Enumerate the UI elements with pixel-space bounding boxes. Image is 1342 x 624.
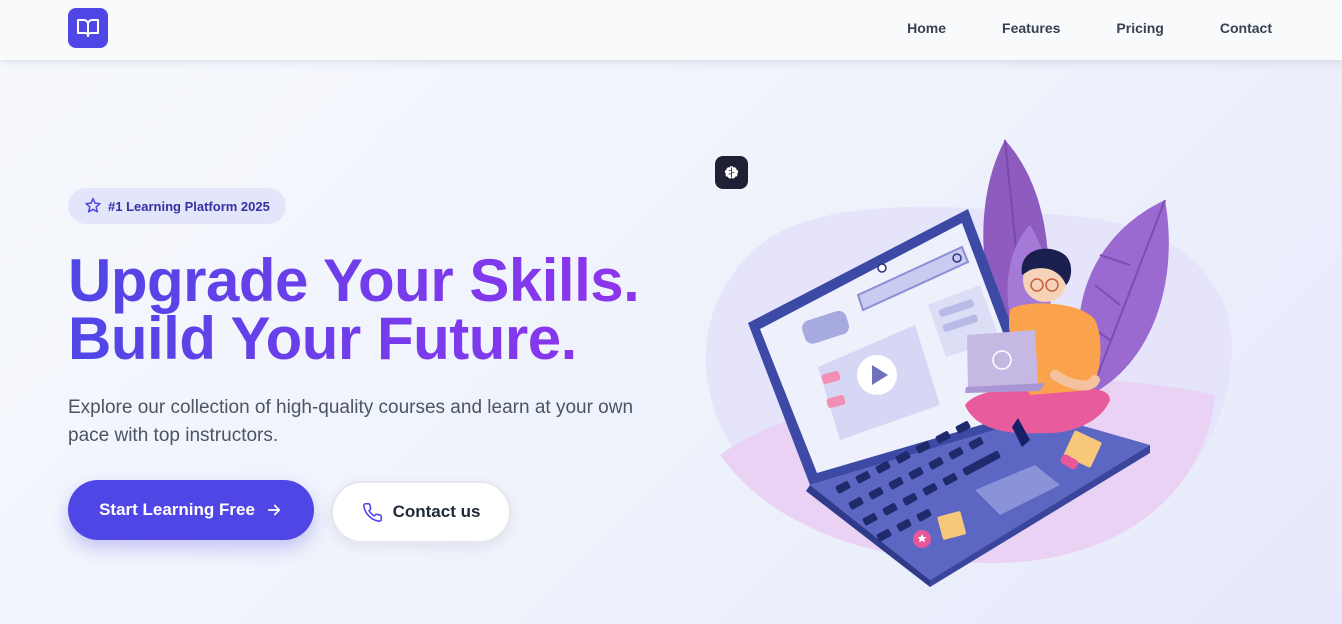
start-learning-label: Start Learning Free [99, 500, 255, 519]
nav-link-contact[interactable]: Contact [1220, 20, 1272, 36]
contact-us-button[interactable]: Contact us [331, 481, 511, 543]
contact-us-label: Contact us [392, 502, 481, 521]
nav-link-pricing[interactable]: Pricing [1116, 20, 1163, 36]
arrow-right-icon [267, 504, 281, 516]
star-badge-icon [85, 197, 101, 213]
logo[interactable] [68, 8, 108, 48]
nav-link-home[interactable]: Home [907, 20, 946, 36]
start-learning-button[interactable]: Start Learning Free [68, 480, 314, 540]
person-with-laptop-illustration [705, 139, 1232, 587]
nav-link-features[interactable]: Features [1002, 20, 1060, 36]
platform-badge: #1 Learning Platform 2025 [68, 188, 286, 224]
navbar: Home Features Pricing Contact [0, 0, 1342, 60]
badge-label: #1 Learning Platform 2025 [108, 198, 270, 214]
hero-headline: Upgrade Your Skills. Build Your Future. [68, 252, 688, 368]
nav-links: Home Features Pricing Contact [907, 0, 1272, 56]
hero-subtitle: Explore our collection of high-quality c… [68, 397, 634, 446]
headline-line-1: Upgrade Your Skills. [68, 247, 640, 314]
headline-line-2: Build Your Future. [68, 305, 577, 372]
book-open-icon [77, 19, 99, 37]
phone-icon [362, 502, 382, 522]
